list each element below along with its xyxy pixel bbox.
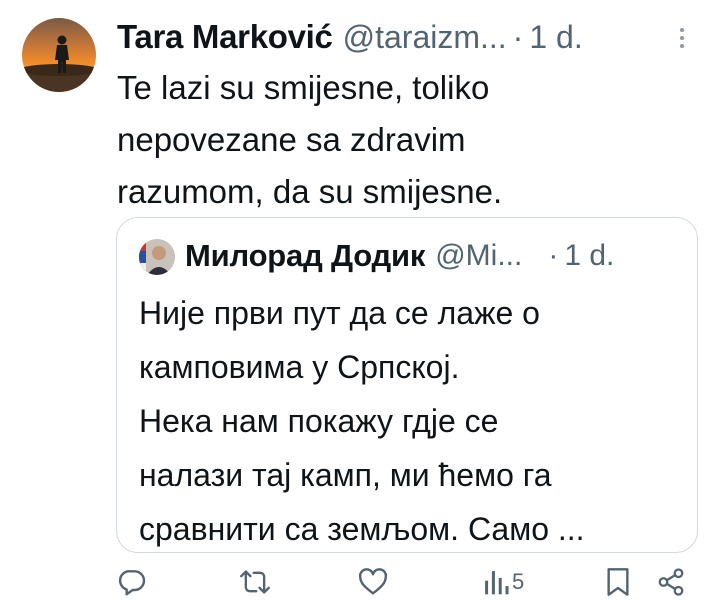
retweet-button[interactable]: [238, 562, 272, 601]
bookmark-button[interactable]: [604, 562, 632, 601]
more-dot-icon: [680, 36, 684, 40]
separator-dot: ·: [548, 239, 559, 272]
tweet-text: Te lazi su smijesne, toliko nepovezane s…: [117, 69, 503, 210]
reply-icon: [118, 570, 146, 596]
like-button[interactable]: [357, 562, 389, 601]
more-options-button[interactable]: [670, 22, 694, 54]
views-count: 5: [512, 569, 525, 594]
quoted-tweet-header: Милорад Додик @Mi... · 1 d.: [185, 233, 614, 279]
quoted-author-avatar[interactable]: [139, 239, 175, 275]
tweet-header: Tara Marković @taraizm... · 1 d.: [117, 12, 583, 62]
person-silhouette-icon: [22, 35, 96, 92]
more-dot-icon: [680, 44, 684, 48]
share-button[interactable]: [656, 562, 686, 601]
more-dot-icon: [680, 28, 684, 32]
quoted-author-name[interactable]: Милорад Додик: [185, 238, 425, 274]
quoted-author-handle[interactable]: @Mi...: [435, 239, 522, 273]
author-avatar[interactable]: [22, 18, 96, 92]
separator-dot: ·: [512, 18, 524, 55]
quoted-tweet[interactable]: Милорад Додик @Mi... · 1 d. Није први пу…: [116, 217, 698, 553]
views-icon: [485, 571, 509, 595]
action-bar: 5: [0, 562, 720, 601]
retweet-icon: [240, 570, 270, 594]
author-name[interactable]: Tara Marković: [117, 18, 333, 56]
author-handle[interactable]: @taraizm...: [343, 19, 507, 56]
quoted-timestamp[interactable]: 1 d.: [564, 239, 614, 273]
person-portrait-icon: [139, 239, 175, 275]
like-icon: [358, 568, 388, 595]
tweet[interactable]: Tara Marković @taraizm... · 1 d. Te lazi…: [0, 0, 720, 601]
views-button[interactable]: 5: [482, 562, 524, 601]
share-icon: [658, 568, 684, 596]
reply-button[interactable]: [116, 562, 148, 601]
bookmark-icon: [607, 568, 629, 596]
quoted-tweet-text: Није први пут да се лаже о камповима у С…: [139, 295, 585, 547]
timestamp[interactable]: 1 d.: [529, 19, 582, 56]
